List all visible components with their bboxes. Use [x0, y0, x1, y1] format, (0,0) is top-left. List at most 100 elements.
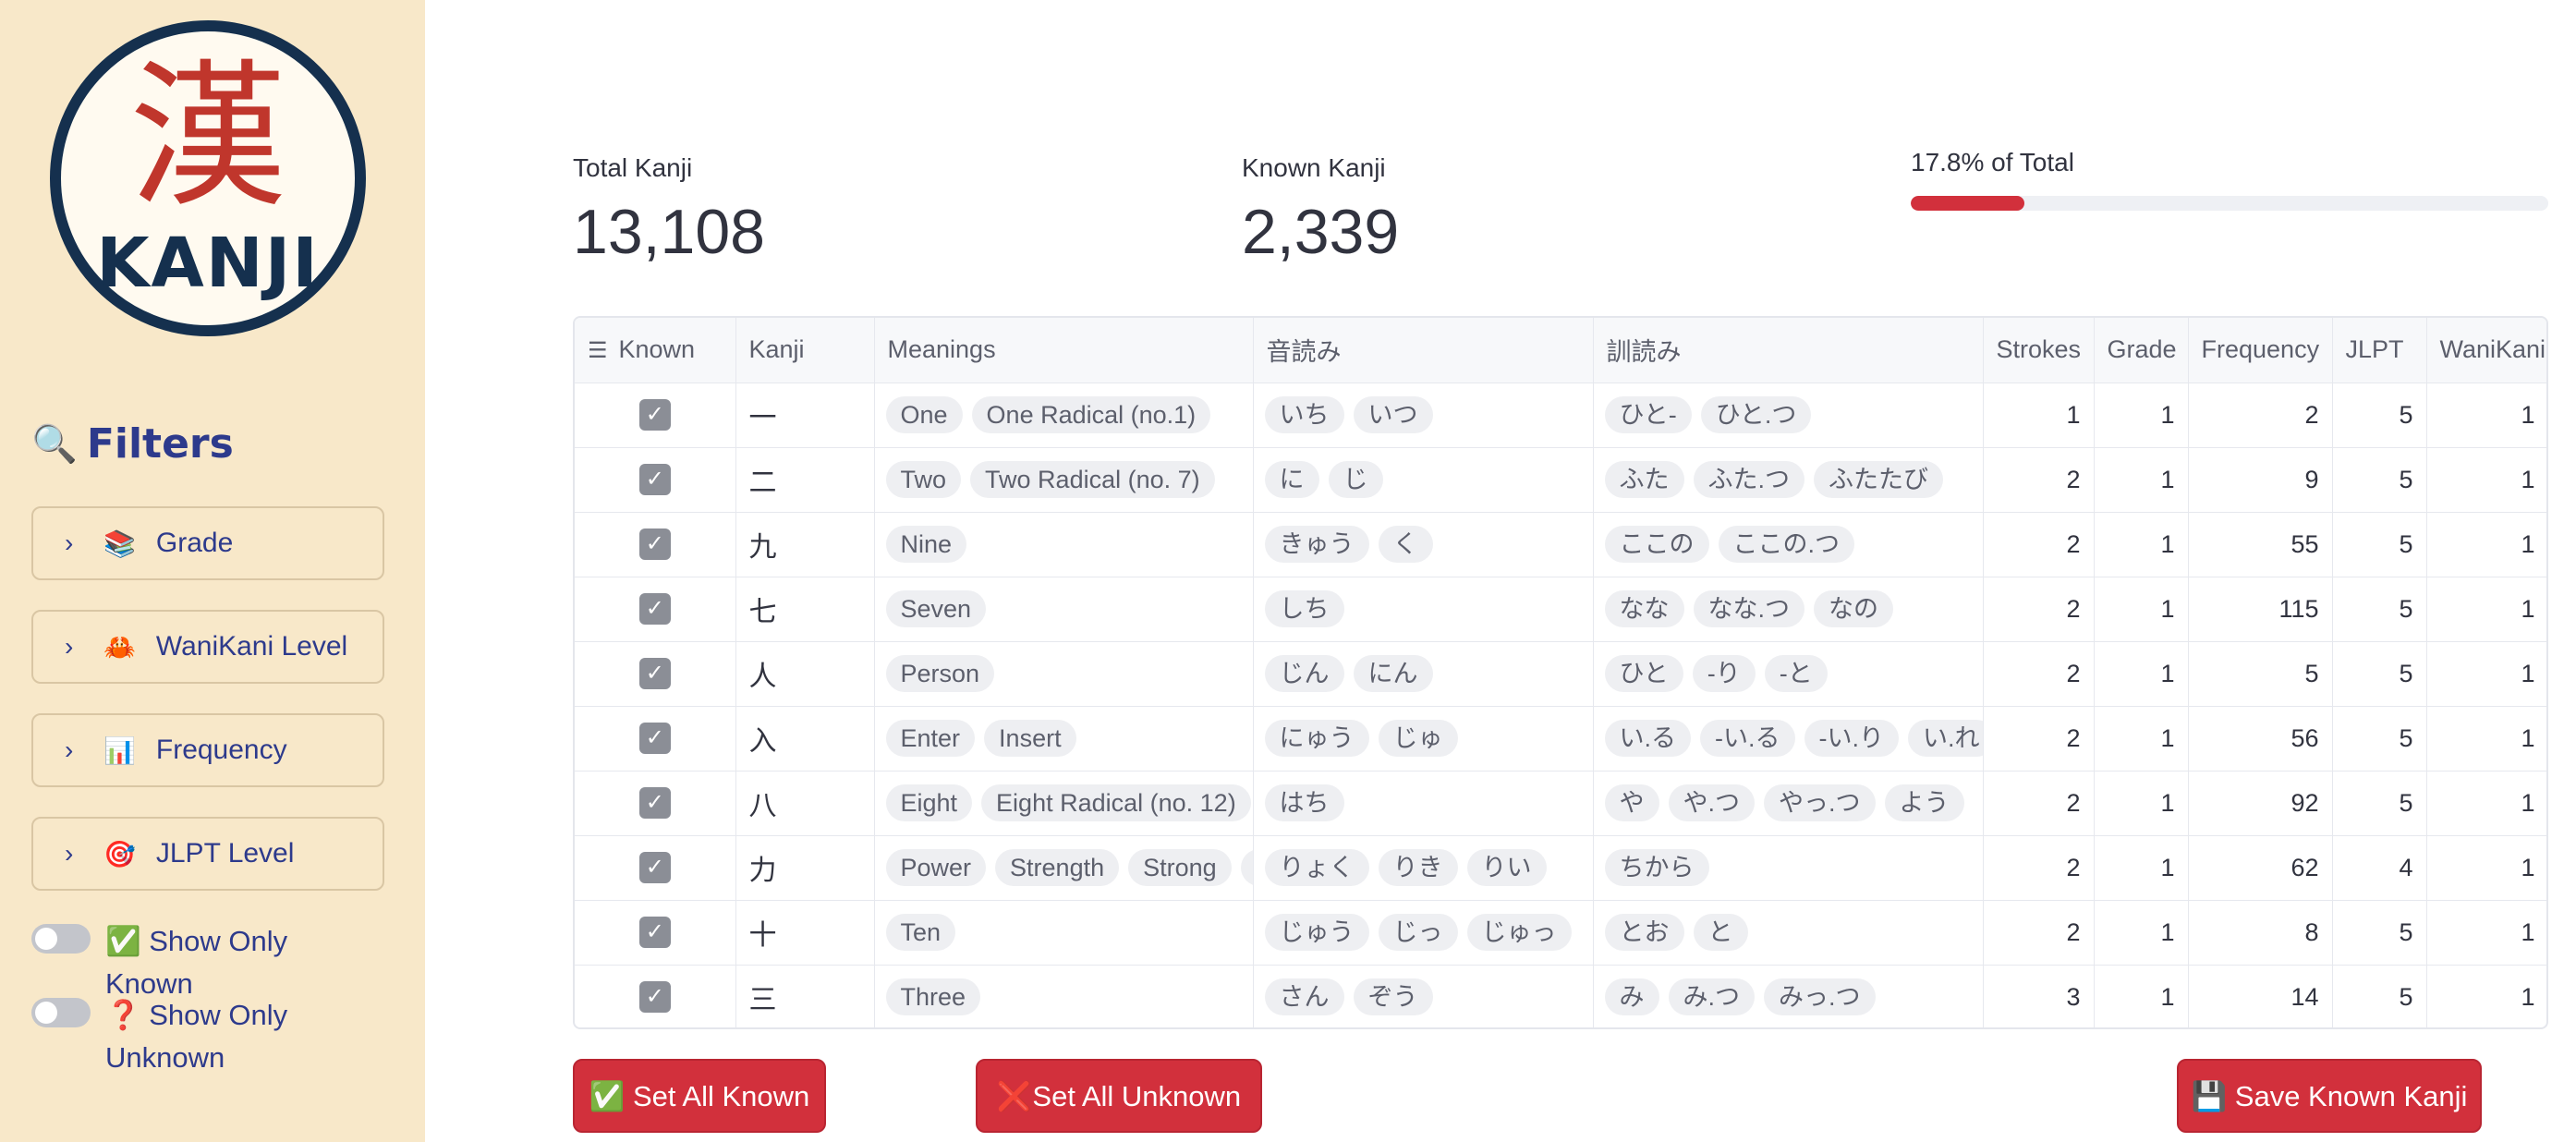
- set-all-known-button[interactable]: ✅ Set All Known: [573, 1059, 826, 1133]
- known-checkbox[interactable]: ✓: [638, 464, 671, 495]
- wanikani-cell: 1: [2426, 965, 2546, 1027]
- table-row[interactable]: ✓ 入 Enter Insert にゅう じゅ い.る -い.る -い.り い.れ 2 1 56 5 1: [575, 706, 2546, 771]
- expander-label: Frequency: [155, 735, 287, 765]
- known-checkbox[interactable]: ✓: [638, 593, 671, 625]
- known-checkbox[interactable]: ✓: [638, 399, 671, 431]
- kanji-logo: 漢 KANJI: [50, 20, 366, 336]
- column-header-onyomi[interactable]: 音読み: [1253, 318, 1594, 383]
- kunyomi-cell: やや.つ やっ.つ よう: [1593, 771, 1984, 836]
- wanikani-cell: 1: [2426, 577, 2546, 642]
- kunyomi-tag: い.れ: [1908, 720, 1982, 757]
- frequency-cell: 92: [2188, 771, 2333, 836]
- column-header-known[interactable]: ☰ Known: [575, 318, 736, 383]
- frequency-cell: 14: [2188, 965, 2333, 1027]
- table-row[interactable]: ✓ 七 Seven しち なな なな.つ なの 2 1 115 5 1: [575, 577, 2546, 642]
- save-known-kanji-button[interactable]: 💾 Save Known Kanji: [2177, 1059, 2482, 1133]
- onyomi-tag: しち: [1264, 590, 1344, 627]
- strokes-cell: 2: [1983, 835, 2095, 901]
- table-row[interactable]: ✓ 九 Nine きゅうくここの ここの.つ 2 1 55 5 1: [575, 512, 2546, 577]
- kunyomi-tag: み.つ: [1668, 978, 1756, 1015]
- kanji-table[interactable]: ☰ Known Kanji Meanings 音読み 訓読み Strokes Gr…: [573, 316, 2548, 1029]
- table-header-row: ☰ Known Kanji Meanings 音読み 訓読み Strokes Gr…: [575, 318, 2546, 383]
- toggle-show-only-known[interactable]: ✅ Show Only Known: [31, 920, 383, 1005]
- kunyomi-tag: ひと-: [1604, 396, 1692, 433]
- column-header-strokes[interactable]: Strokes: [1983, 318, 2095, 383]
- table-row[interactable]: ✓ 人 Person じん にん ひと -り -と 2 1 5 5 1: [575, 641, 2546, 707]
- jlpt-cell: 4: [2332, 835, 2427, 901]
- known-checkbox[interactable]: ✓: [638, 528, 671, 560]
- kunyomi-cell: なな なな.つ なの: [1593, 577, 1984, 642]
- known-checkbox[interactable]: ✓: [638, 852, 671, 883]
- kunyomi-cell: ここの ここの.つ: [1593, 512, 1984, 577]
- meanings-cell: One One Radical (no.1): [874, 383, 1254, 448]
- kunyomi-tag: -い.る: [1700, 720, 1795, 757]
- jlpt-cell: 5: [2332, 383, 2427, 448]
- known-cell[interactable]: ✓: [575, 383, 736, 448]
- grade-cell: 1: [2094, 835, 2189, 901]
- column-header-wanikani[interactable]: WaniKani: [2426, 318, 2546, 383]
- known-cell[interactable]: ✓: [575, 706, 736, 771]
- known-checkbox[interactable]: ✓: [638, 658, 671, 689]
- jlpt-cell: 5: [2332, 512, 2427, 577]
- frequency-cell: 115: [2188, 577, 2333, 642]
- column-header-kunyomi[interactable]: 訓読み: [1593, 318, 1984, 383]
- kunyomi-tag: とお: [1604, 914, 1684, 951]
- known-cell[interactable]: ✓: [575, 447, 736, 513]
- known-cell[interactable]: ✓: [575, 900, 736, 966]
- toggle-label: ❓ Show Only Unknown: [105, 999, 288, 1074]
- known-checkbox[interactable]: ✓: [638, 723, 671, 754]
- toggle-switch[interactable]: [31, 924, 91, 954]
- table-row[interactable]: ✓ 一 One One Radical (no.1) いち いつ ひと- ひと.つ 1 1 2 5 1: [575, 383, 2546, 448]
- onyomi-tag: さん: [1264, 978, 1344, 1015]
- kunyomi-tag: みっ.つ: [1764, 978, 1876, 1015]
- known-cell[interactable]: ✓: [575, 835, 736, 901]
- known-cell[interactable]: ✓: [575, 577, 736, 642]
- kanji-cell: 入: [735, 706, 875, 771]
- expander-jlpt-level[interactable]: › 🎯 JLPT Level: [31, 817, 384, 891]
- table-row[interactable]: ✓ 二 Two Two Radical (no. 7) にじふた ふた.つ ふたたび 2 1 9 5…: [575, 447, 2546, 513]
- column-header-kanji[interactable]: Kanji: [735, 318, 875, 383]
- onyomi-tag: じ: [1328, 461, 1383, 498]
- known-checkbox[interactable]: ✓: [638, 917, 671, 948]
- expander-grade[interactable]: › 📚 Grade: [31, 506, 384, 580]
- column-header-jlpt[interactable]: JLPT: [2332, 318, 2427, 383]
- meanings-cell: Eight Eight Radical (no. 12): [874, 771, 1254, 836]
- known-checkbox[interactable]: ✓: [638, 981, 671, 1013]
- known-cell[interactable]: ✓: [575, 641, 736, 707]
- known-cell[interactable]: ✓: [575, 512, 736, 577]
- meanings-tag: Two Radical (no. 7): [970, 461, 1215, 498]
- total-kanji-value: 13,108: [573, 197, 765, 267]
- frequency-cell: 2: [2188, 383, 2333, 448]
- onyomi-tag: はち: [1264, 784, 1344, 821]
- onyomi-tag: く: [1378, 526, 1433, 563]
- expander-label: WaniKani Level: [155, 631, 348, 662]
- known-cell[interactable]: ✓: [575, 965, 736, 1027]
- grade-cell: 1: [2094, 900, 2189, 966]
- table-row[interactable]: ✓ 八 Eight Eight Radical (no. 12) はちやや.つ やっ.つよ…: [575, 771, 2546, 836]
- grade-cell: 1: [2094, 771, 2189, 836]
- column-header-frequency[interactable]: Frequency: [2188, 318, 2333, 383]
- grade-cell: 1: [2094, 383, 2189, 448]
- set-all-unknown-button[interactable]: ❌Set All Unknown: [976, 1059, 1262, 1133]
- filters-heading: 🔍 Filters: [31, 420, 234, 468]
- chevron-right-icon: ›: [65, 839, 74, 868]
- wanikani-cell: 1: [2426, 771, 2546, 836]
- table-row[interactable]: ✓ 十 Ten じゅう じっ じゅっ とおと 2 1 8 5 1: [575, 900, 2546, 966]
- meanings-tag: Enter: [885, 720, 976, 757]
- column-header-grade[interactable]: Grade: [2094, 318, 2189, 383]
- kanji-cell: 七: [735, 577, 875, 642]
- known-checkbox[interactable]: ✓: [638, 787, 671, 819]
- known-cell[interactable]: ✓: [575, 771, 736, 836]
- expander-frequency[interactable]: › 📊 Frequency: [31, 713, 384, 787]
- onyomi-tag: じん: [1264, 655, 1344, 692]
- table-row[interactable]: ✓ 三 Three さん ぞうみみ.つ みっ.つ 3 1 14 5 1: [575, 965, 2546, 1027]
- onyomi-tag: いつ: [1353, 396, 1433, 433]
- table-row[interactable]: ✓力PowerStrengthStrongSりょくりきりいちから216241: [575, 835, 2546, 901]
- toggle-switch[interactable]: [31, 998, 91, 1027]
- column-header-meanings[interactable]: Meanings: [874, 318, 1254, 383]
- kunyomi-tag: よう: [1884, 784, 1964, 821]
- expander-wanikani-level[interactable]: › 🦀 WaniKani Level: [31, 610, 384, 684]
- toggle-show-only-unknown[interactable]: ❓ Show Only Unknown: [31, 994, 383, 1079]
- meanings-cell: Ten: [874, 900, 1254, 966]
- onyomi-tag: じゅ: [1378, 720, 1458, 757]
